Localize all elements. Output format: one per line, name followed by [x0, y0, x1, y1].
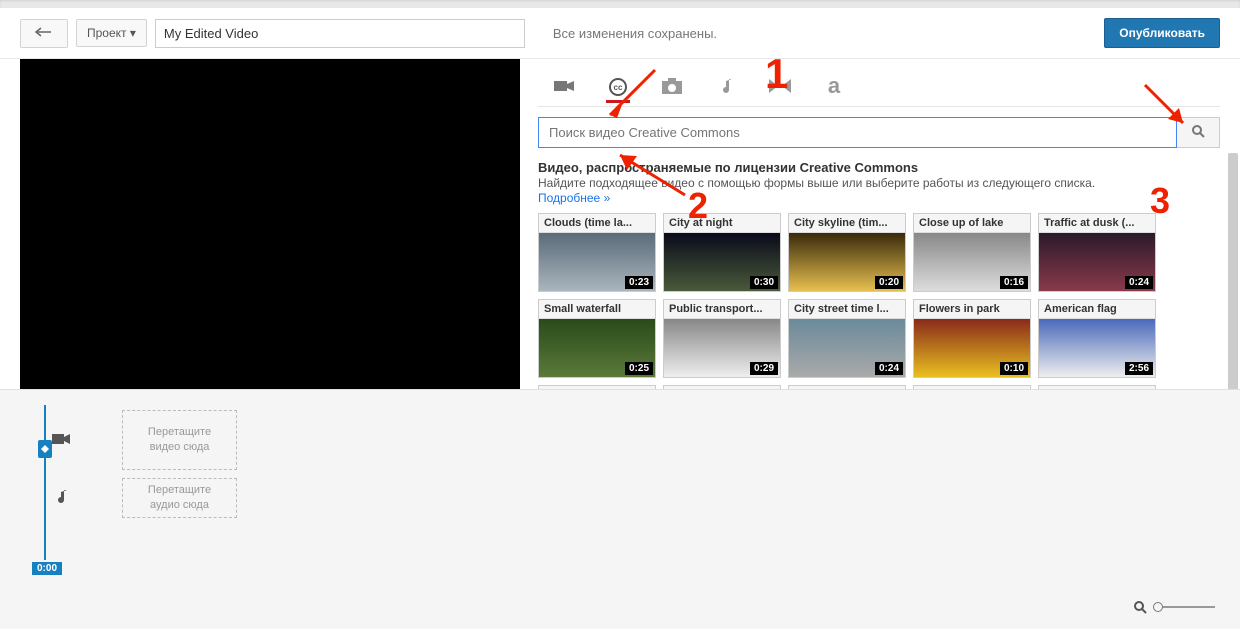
clip-item[interactable]: Small waterfall 0:25 — [538, 299, 656, 378]
tab-photos[interactable] — [660, 74, 684, 98]
clip-thumbnail: 0:25 — [539, 319, 655, 377]
timeline: 0:00 Перетащите видео сюда Перетащите ау… — [0, 389, 1240, 629]
clip-thumbnail: 0:24 — [789, 319, 905, 377]
clip-duration: 0:10 — [1000, 362, 1028, 375]
tab-transitions[interactable] — [768, 74, 792, 98]
playhead-time: 0:00 — [32, 562, 62, 575]
video-track-icon — [50, 433, 72, 448]
clip-item[interactable]: City street time l... 0:24 — [788, 299, 906, 378]
clip-thumbnail: 0:30 — [664, 233, 780, 291]
search-input[interactable] — [538, 117, 1177, 148]
clip-item[interactable]: Public transport... 0:29 — [663, 299, 781, 378]
clip-item[interactable]: Close up of lake 0:16 — [913, 213, 1031, 292]
music-note-icon — [719, 77, 733, 95]
clip-title: City street time l... — [789, 300, 905, 319]
zoom-icon — [1133, 600, 1147, 614]
publish-button[interactable]: Опубликовать — [1104, 18, 1220, 48]
clip-duration: 0:16 — [1000, 276, 1028, 289]
clip-duration: 0:24 — [875, 362, 903, 375]
clip-thumbnail: 0:20 — [789, 233, 905, 291]
clip-title: Close up of lake — [914, 214, 1030, 233]
clip-thumbnail: 0:24 — [1039, 233, 1155, 291]
tab-text[interactable]: a — [822, 74, 846, 98]
clip-thumbnail: 0:16 — [914, 233, 1030, 291]
clip-thumbnail: 0:29 — [664, 319, 780, 377]
project-dropdown[interactable]: Проект ▾ — [76, 19, 147, 47]
video-title-input[interactable] — [155, 19, 525, 48]
clip-duration: 2:56 — [1125, 362, 1153, 375]
clip-title: Traffic at dusk (... — [1039, 214, 1155, 233]
clip-title: Flowers in park — [914, 300, 1030, 319]
text-a-icon: a — [828, 73, 840, 99]
video-preview[interactable] — [20, 59, 520, 389]
clip-title: Small waterfall — [539, 300, 655, 319]
header: Проект ▾ Все изменения сохранены. Опубли… — [0, 8, 1240, 59]
cc-description: Найдите подходящее видео с помощью формы… — [538, 176, 1220, 190]
clip-title: Public transport... — [664, 300, 780, 319]
search-icon — [1191, 124, 1205, 138]
clip-item[interactable]: City at night 0:30 — [663, 213, 781, 292]
svg-text:cc: cc — [614, 83, 623, 92]
clip-duration: 0:23 — [625, 276, 653, 289]
back-button[interactable] — [20, 19, 68, 48]
zoom-control[interactable] — [1133, 600, 1215, 614]
clip-duration: 0:24 — [1125, 276, 1153, 289]
cc-more-link[interactable]: Подробнее » — [538, 191, 610, 205]
cc-heading: Видео, распространяемые по лицензии Crea… — [538, 160, 1220, 175]
clip-title: Clouds (time la... — [539, 214, 655, 233]
video-camera-icon — [554, 79, 574, 93]
clip-duration: 0:30 — [750, 276, 778, 289]
clip-item[interactable]: Flowers in park 0:10 — [913, 299, 1031, 378]
bowtie-icon — [769, 79, 791, 93]
clip-item[interactable]: Clouds (time la... 0:23 — [538, 213, 656, 292]
playhead-handle[interactable] — [38, 440, 52, 458]
undo-arrow-icon — [35, 26, 53, 38]
clip-title: City skyline (tim... — [789, 214, 905, 233]
tab-my-videos[interactable] — [552, 74, 576, 98]
save-status: Все изменения сохранены. — [553, 26, 717, 41]
zoom-slider[interactable] — [1155, 606, 1215, 608]
search-button[interactable] — [1177, 117, 1220, 148]
clip-title: City at night — [664, 214, 780, 233]
audio-drop-zone[interactable]: Перетащите аудио сюда — [122, 478, 237, 518]
scrollbar-vertical[interactable] — [1228, 153, 1238, 403]
clip-item[interactable]: City skyline (tim... 0:20 — [788, 213, 906, 292]
cc-icon: cc — [608, 77, 628, 97]
clip-item[interactable]: American flag 2:56 — [1038, 299, 1156, 378]
clip-item[interactable]: Traffic at dusk (... 0:24 — [1038, 213, 1156, 292]
source-tabs: cc a — [538, 59, 1220, 107]
camera-icon — [662, 78, 682, 94]
clip-thumbnail: 0:23 — [539, 233, 655, 291]
clip-title: American flag — [1039, 300, 1155, 319]
clips-grid: Clouds (time la...0:23City at night0:30C… — [538, 213, 1220, 378]
clip-thumbnail: 2:56 — [1039, 319, 1155, 377]
clip-thumbnail: 0:10 — [914, 319, 1030, 377]
clip-duration: 0:20 — [875, 276, 903, 289]
tab-creative-commons[interactable]: cc — [606, 79, 630, 103]
video-drop-zone[interactable]: Перетащите видео сюда — [122, 410, 237, 470]
tab-audio[interactable] — [714, 74, 738, 98]
clip-duration: 0:29 — [750, 362, 778, 375]
clip-duration: 0:25 — [625, 362, 653, 375]
audio-track-icon — [50, 489, 72, 508]
